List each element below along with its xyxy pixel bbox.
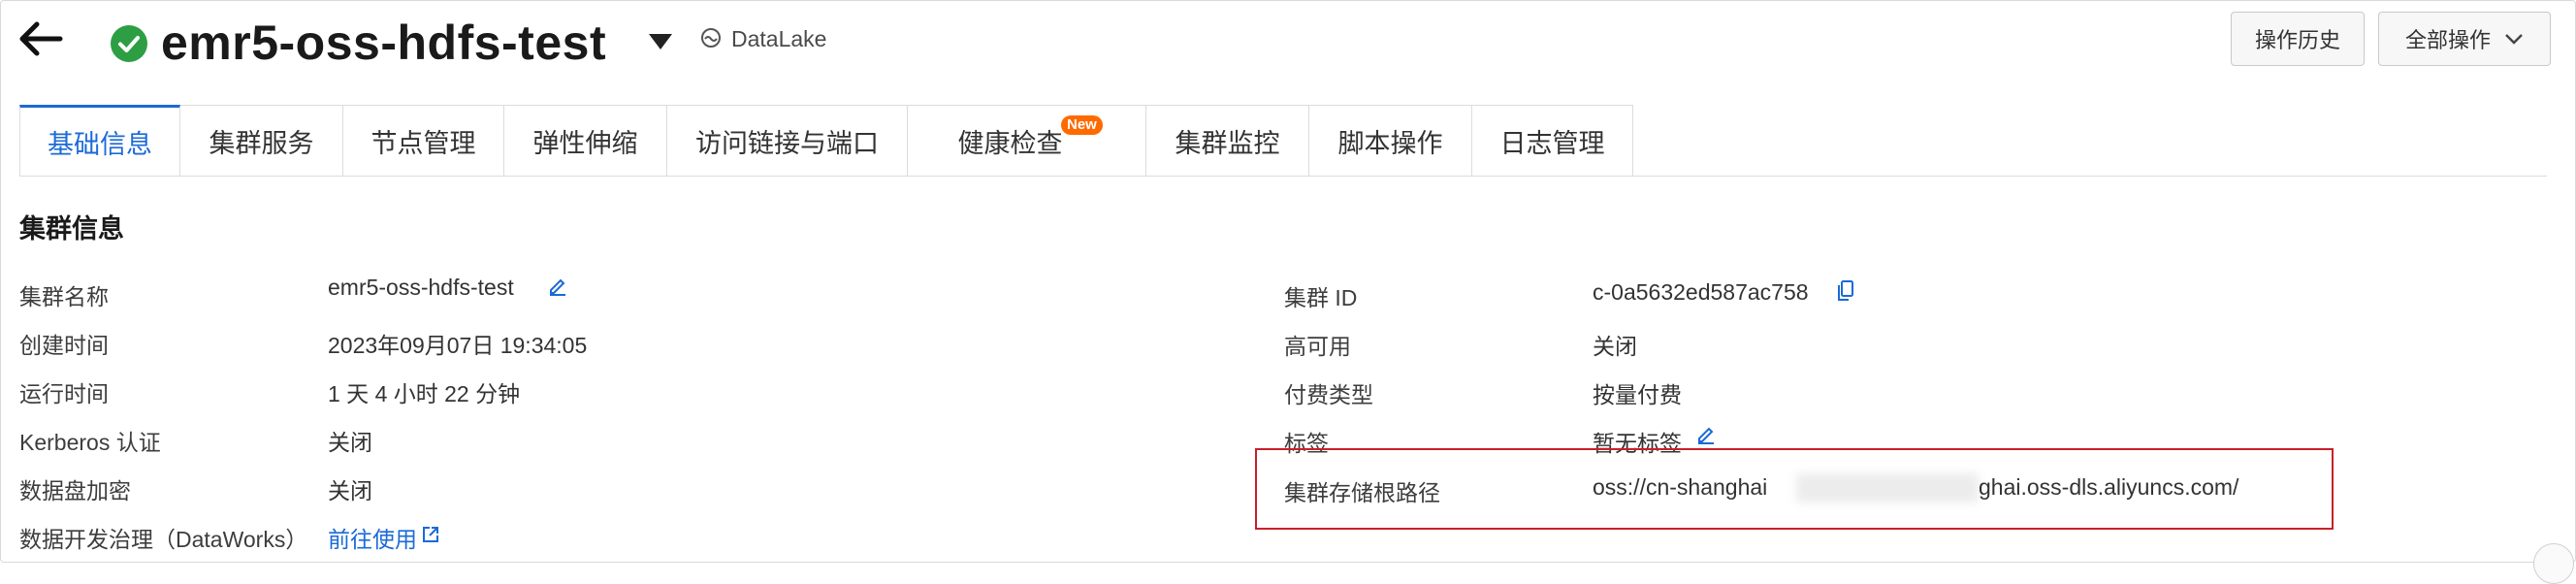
tab-cluster-services[interactable]: 集群服务 <box>180 105 343 177</box>
tab-health-check[interactable]: 健康检查 New <box>908 105 1146 177</box>
kerberos-value: 关闭 <box>328 430 372 455</box>
tab-script-operations[interactable]: 脚本操作 <box>1309 105 1472 177</box>
tab-access-links-ports[interactable]: 访问链接与端口 <box>667 105 908 177</box>
tab-label: 集群监控 <box>1175 128 1280 158</box>
datalake-icon <box>701 28 721 48</box>
tab-label: 访问链接与端口 <box>695 128 879 158</box>
field-label: 创建时间 <box>19 333 109 358</box>
edit-tags-icon[interactable] <box>1695 423 1717 444</box>
section-title: 集群信息 <box>19 214 124 243</box>
cluster-name-value: emr5-oss-hdfs-test <box>328 275 514 300</box>
tab-auto-scaling[interactable]: 弹性伸缩 <box>504 105 667 177</box>
operation-history-label: 操作历史 <box>2254 28 2340 52</box>
field-label: Kerberos 认证 <box>19 430 161 455</box>
cluster-type-label: DataLake <box>731 26 827 51</box>
scroll-to-top-button[interactable] <box>2533 543 2574 584</box>
cluster-title: emr5-oss-hdfs-test <box>161 16 607 70</box>
run-time-value: 1 天 4 小时 22 分钟 <box>328 381 521 406</box>
field-label: 数据开发治理（DataWorks） <box>19 527 308 552</box>
created-time-value: 2023年09月07日 19:34:05 <box>328 333 588 358</box>
highlight-box <box>1255 448 2334 530</box>
tab-log-management[interactable]: 日志管理 <box>1472 105 1633 177</box>
cluster-tabs: 基础信息 集群服务 节点管理 弹性伸缩 访问链接与端口 健康检查 New 集群监… <box>19 105 1633 177</box>
tab-label: 健康检查 <box>957 128 1063 158</box>
tab-label: 基础信息 <box>48 129 152 159</box>
tab-label: 脚本操作 <box>1337 128 1443 158</box>
new-badge: New <box>1061 115 1103 135</box>
back-arrow-icon[interactable] <box>16 14 66 64</box>
billing-type-value: 按量付费 <box>1593 382 1682 407</box>
all-operations-label: 全部操作 <box>2404 28 2491 52</box>
field-label: 付费类型 <box>1284 382 1373 407</box>
dataworks-link[interactable]: 前往使用 <box>328 521 417 554</box>
tab-cluster-monitoring[interactable]: 集群监控 <box>1146 105 1309 177</box>
tabs-divider <box>19 176 2547 177</box>
tab-label: 弹性伸缩 <box>532 128 638 158</box>
field-label: 高可用 <box>1284 334 1351 359</box>
operation-history-button[interactable]: 操作历史 <box>2231 12 2365 66</box>
tab-label: 日志管理 <box>1499 128 1605 158</box>
disk-encryption-value: 关闭 <box>328 478 372 503</box>
tab-node-management[interactable]: 节点管理 <box>343 105 504 177</box>
edit-name-icon[interactable] <box>547 275 568 296</box>
all-operations-dropdown[interactable]: 全部操作 <box>2378 12 2551 66</box>
field-label: 数据盘加密 <box>19 478 131 503</box>
chevron-down-icon <box>2505 34 2523 45</box>
cluster-id-value: c-0a5632ed587ac758 <box>1593 279 1809 305</box>
tab-label: 集群服务 <box>209 128 314 158</box>
external-link-icon[interactable] <box>421 525 440 544</box>
running-status-icon <box>111 25 147 62</box>
cluster-switch-caret-icon[interactable] <box>648 33 673 50</box>
tab-label: 节点管理 <box>370 128 476 158</box>
high-availability-value: 关闭 <box>1593 334 1637 359</box>
field-label: 运行时间 <box>19 381 109 406</box>
copy-icon[interactable] <box>1837 279 1854 303</box>
field-label: 集群名称 <box>19 284 109 309</box>
field-label: 集群 ID <box>1284 285 1358 310</box>
tab-basic-info[interactable]: 基础信息 <box>19 105 180 177</box>
